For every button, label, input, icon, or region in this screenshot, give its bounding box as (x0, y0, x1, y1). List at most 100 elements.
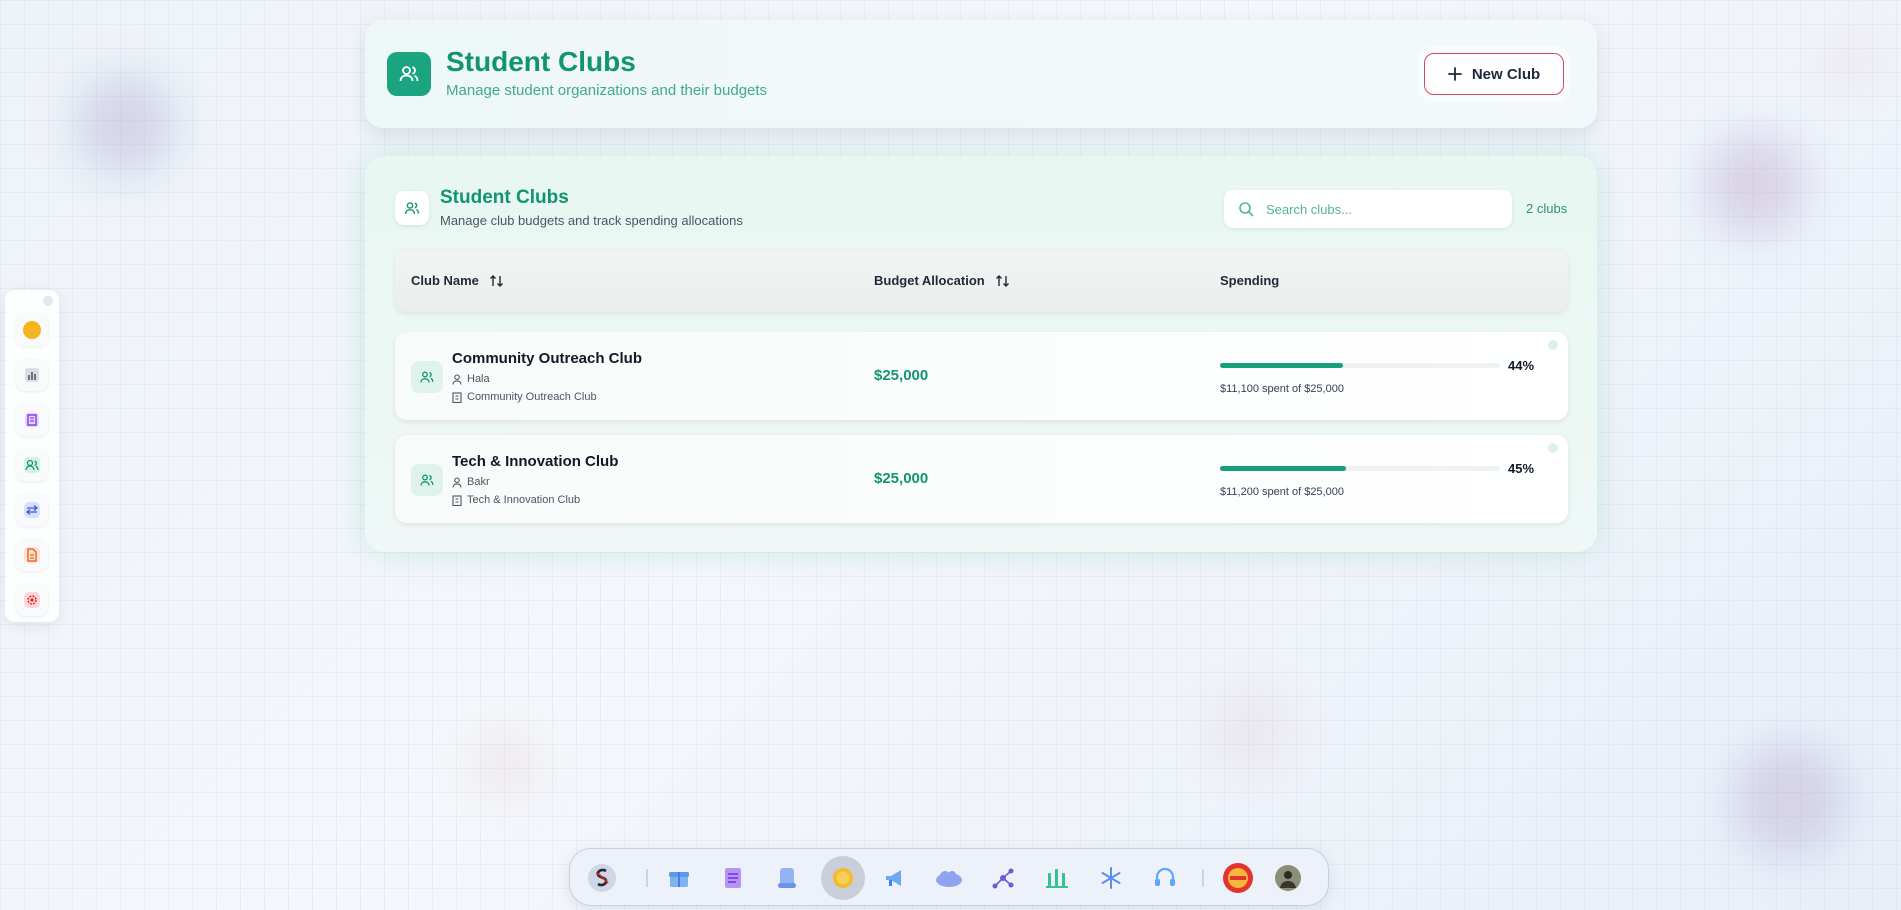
table-row[interactable]: Community Outreach Club Hala Community O… (395, 332, 1568, 420)
decor-blob (1700, 130, 1810, 240)
dock-separator (646, 869, 648, 887)
notes-icon (725, 868, 741, 888)
rail-indicator (43, 296, 53, 306)
avatar-icon (1275, 865, 1301, 891)
spending-summary: $11,100 spent of $25,000 (1220, 383, 1344, 395)
avatar[interactable] (1272, 862, 1304, 894)
row-status-dot (1548, 340, 1558, 350)
dock-headset[interactable] (1149, 862, 1181, 894)
building-icon (452, 494, 462, 506)
dock-megaphone[interactable] (879, 862, 911, 894)
clubs-panel: Student Clubs Manage club budgets and tr… (365, 156, 1597, 552)
club-icon-badge (411, 361, 443, 393)
dock-cloud[interactable] (933, 862, 965, 894)
table-header: Club Name Budget Allocation Spending (395, 250, 1568, 312)
user-icon (452, 373, 462, 385)
dock-network[interactable] (987, 862, 1019, 894)
club-owner-label: Bakr (467, 476, 490, 488)
search-input[interactable] (1266, 201, 1486, 217)
settings-icon (24, 592, 40, 608)
headset-icon (1155, 867, 1175, 886)
spending-percent: 45% (1508, 461, 1535, 476)
new-club-button[interactable]: New Club (1424, 53, 1564, 95)
row-status-dot (1548, 443, 1558, 453)
table-row[interactable]: Tech & Innovation Club Bakr Tech & Innov… (395, 435, 1568, 523)
search-icon (1239, 202, 1254, 217)
users-icon (399, 66, 419, 82)
cloud-icon (936, 871, 962, 887)
dock-gift[interactable] (663, 862, 695, 894)
club-name: Community Outreach Club (452, 350, 643, 367)
rail-transfer-button[interactable] (16, 494, 48, 526)
dock-separator (1202, 869, 1204, 887)
sort-icon (995, 274, 1009, 287)
dock-snowflake[interactable] (1095, 862, 1127, 894)
dock-notes[interactable] (717, 862, 749, 894)
users-icon (404, 202, 420, 215)
scroll-icon (778, 868, 796, 888)
column-header-budget[interactable]: Budget Allocation (874, 273, 1011, 288)
column-header-spending-label: Spending (1220, 273, 1280, 288)
app-dock (569, 848, 1329, 906)
decor-blob (460, 720, 550, 810)
header-icon-badge (387, 52, 431, 96)
dock-bars[interactable] (1041, 862, 1073, 894)
dock-coin-active[interactable] (821, 856, 865, 900)
club-name: Tech & Innovation Club (452, 453, 619, 470)
club-organization: Community Outreach Club (452, 391, 597, 403)
dock-app-logo[interactable] (586, 862, 618, 894)
spending-progress-bar (1220, 466, 1500, 471)
badge-icon (1223, 863, 1253, 893)
app-logo-icon (588, 864, 616, 892)
budget-value: $25,000 (874, 367, 929, 384)
rail-documents-button[interactable] (16, 539, 48, 571)
panel-title: Student Clubs (440, 187, 569, 208)
club-owner: Bakr (452, 476, 490, 488)
coin-icon (23, 321, 41, 339)
network-icon (992, 868, 1014, 889)
spending-summary: $11,200 spent of $25,000 (1220, 486, 1344, 498)
column-header-spending: Spending (1220, 273, 1279, 288)
coin-icon (833, 868, 853, 888)
club-count: 2 clubs (1526, 201, 1568, 216)
user-icon (452, 476, 462, 488)
column-header-name-label: Club Name (411, 273, 479, 288)
page-subtitle: Manage student organizations and their b… (446, 82, 768, 99)
building-icon (452, 391, 462, 403)
rail-analytics-button[interactable] (16, 359, 48, 391)
page-title: Student Clubs (446, 46, 636, 77)
spending-percent: 44% (1508, 358, 1535, 373)
page-header: Student Clubs Manage student organizatio… (365, 20, 1597, 128)
document-icon (24, 547, 40, 563)
bar-chart-icon (25, 368, 39, 382)
dock-badge[interactable] (1222, 862, 1254, 894)
decor-blob (1200, 680, 1300, 780)
decor-blob (1730, 740, 1850, 860)
users-icon (420, 474, 434, 486)
search-box[interactable] (1224, 190, 1512, 228)
users-icon (420, 371, 434, 383)
rail-coin-button[interactable] (16, 314, 48, 346)
rail-settings-button[interactable] (16, 584, 48, 616)
column-header-budget-label: Budget Allocation (874, 273, 985, 288)
rail-building-button[interactable] (16, 404, 48, 436)
transfer-icon (24, 502, 40, 518)
decor-blob (1820, 30, 1880, 90)
plus-icon (1447, 67, 1462, 81)
sort-icon (489, 274, 503, 287)
megaphone-icon (886, 870, 901, 886)
column-header-name[interactable]: Club Name (411, 273, 505, 288)
decor-blob (70, 70, 180, 180)
spending-progress-bar (1220, 363, 1500, 368)
users-icon (24, 457, 40, 473)
spending-progress-fill (1220, 466, 1346, 471)
club-owner: Hala (452, 373, 490, 385)
club-owner-label: Hala (467, 373, 490, 385)
panel-subtitle: Manage club budgets and track spending a… (440, 213, 743, 228)
new-club-button-label: New Club (1471, 65, 1541, 83)
spending-progress-fill (1220, 363, 1344, 368)
club-organization: Tech & Innovation Club (452, 494, 580, 506)
dock-scroll[interactable] (771, 862, 803, 894)
club-organization-label: Community Outreach Club (467, 391, 597, 403)
rail-clubs-button[interactable] (16, 449, 48, 481)
